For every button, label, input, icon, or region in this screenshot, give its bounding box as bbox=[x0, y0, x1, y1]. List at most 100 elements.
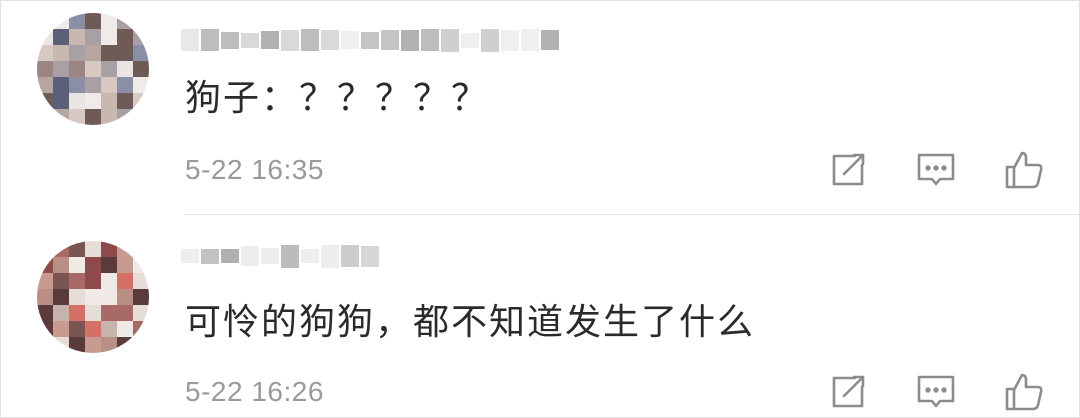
avatar-mosaic-tile bbox=[37, 273, 53, 289]
comment-icon[interactable] bbox=[915, 149, 957, 191]
comment-timestamp: 5-22 16:26 bbox=[185, 376, 324, 407]
avatar-mosaic-tile bbox=[37, 45, 53, 61]
avatar-mosaic-tile bbox=[117, 241, 133, 257]
avatar-mosaic-tile bbox=[69, 109, 85, 125]
username-mosaic-block bbox=[261, 248, 279, 264]
avatar-mosaic-tile bbox=[69, 241, 85, 257]
avatar-mosaic-tile bbox=[53, 45, 69, 61]
avatar-mosaic-tile bbox=[53, 29, 69, 45]
avatar-mosaic-tile bbox=[117, 289, 133, 305]
comment-list: 狗子：？？？？？ 5-22 16:35 可怜的狗狗，都不知道发生了什么 5-22… bbox=[0, 0, 1080, 418]
avatar[interactable] bbox=[37, 241, 149, 353]
avatar-mosaic-tile bbox=[117, 45, 133, 61]
avatar-mosaic-tile bbox=[53, 337, 69, 353]
username-mosaic-block bbox=[361, 245, 379, 267]
avatar-mosaic-tile bbox=[117, 93, 133, 109]
avatar-mosaic-tile bbox=[53, 273, 69, 289]
avatar-mosaic-tile bbox=[37, 321, 53, 337]
avatar-mosaic-tile bbox=[37, 77, 53, 93]
avatar-mosaic-tile bbox=[85, 321, 101, 337]
username-mosaic-block bbox=[541, 30, 559, 50]
share-icon[interactable] bbox=[827, 371, 869, 413]
username-pixelated[interactable] bbox=[181, 239, 381, 273]
avatar-mosaic-tile bbox=[101, 289, 117, 305]
username-mosaic-block bbox=[181, 249, 199, 263]
avatar-mosaic-tile bbox=[85, 305, 101, 321]
avatar-mosaic-tile bbox=[85, 273, 101, 289]
avatar-mosaic-tile bbox=[85, 77, 101, 93]
avatar-mosaic-tile bbox=[85, 289, 101, 305]
comment-actions bbox=[827, 371, 1045, 413]
avatar-mosaic-tile bbox=[53, 241, 69, 257]
username-mosaic-block bbox=[201, 248, 219, 264]
username-mosaic-block bbox=[181, 29, 199, 51]
avatar-mosaic-tile bbox=[37, 13, 53, 29]
avatar-mosaic-tile bbox=[117, 337, 133, 353]
avatar-mosaic-tile bbox=[133, 13, 149, 29]
avatar-mosaic-tile bbox=[101, 321, 117, 337]
comment-item: 狗子：？？？？？ 5-22 16:35 bbox=[1, 1, 1079, 214]
avatar-mosaic-tile bbox=[101, 61, 117, 77]
avatar-mosaic-tile bbox=[101, 93, 117, 109]
comment-icon[interactable] bbox=[915, 371, 957, 413]
share-icon[interactable] bbox=[827, 149, 869, 191]
avatar-mosaic-tile bbox=[133, 29, 149, 45]
avatar-mosaic-tile bbox=[69, 289, 85, 305]
username-mosaic-block bbox=[301, 249, 319, 263]
username-pixelated[interactable] bbox=[181, 23, 561, 57]
username-mosaic-block bbox=[361, 31, 379, 49]
thumbs-up-icon[interactable] bbox=[1003, 371, 1045, 413]
username-mosaic-block bbox=[221, 31, 239, 49]
avatar-mosaic-tile bbox=[133, 289, 149, 305]
avatar-mosaic-tile bbox=[53, 305, 69, 321]
avatar-mosaic-tile bbox=[117, 305, 133, 321]
username-mosaic-block bbox=[461, 32, 479, 48]
avatar-mosaic-tile bbox=[53, 13, 69, 29]
avatar-mosaic-tile bbox=[37, 337, 53, 353]
avatar[interactable] bbox=[37, 13, 149, 125]
avatar-mosaic-tile bbox=[69, 305, 85, 321]
username-mosaic-block bbox=[221, 249, 239, 263]
avatar-mosaic-tile bbox=[85, 241, 101, 257]
avatar-mosaic-tile bbox=[53, 109, 69, 125]
avatar-mosaic-tile bbox=[133, 61, 149, 77]
avatar-mosaic-tile bbox=[37, 93, 53, 109]
avatar-mosaic-tile bbox=[133, 305, 149, 321]
avatar-mosaic-tile bbox=[117, 273, 133, 289]
avatar-mosaic-tile bbox=[101, 29, 117, 45]
avatar-mosaic-tile bbox=[37, 29, 53, 45]
avatar-mosaic-tile bbox=[133, 45, 149, 61]
avatar-mosaic-tile bbox=[69, 321, 85, 337]
avatar-mosaic-tile bbox=[101, 45, 117, 61]
avatar-mosaic-tile bbox=[101, 337, 117, 353]
username-mosaic-block bbox=[381, 30, 399, 50]
avatar-mosaic-tile bbox=[117, 61, 133, 77]
username-mosaic-block bbox=[321, 244, 339, 268]
avatar-mosaic-tile bbox=[117, 321, 133, 337]
avatar-mosaic-tile bbox=[53, 321, 69, 337]
username-mosaic-block bbox=[341, 245, 359, 267]
avatar-mosaic-tile bbox=[69, 77, 85, 93]
avatar-mosaic-tile bbox=[37, 289, 53, 305]
avatar-mosaic-tile bbox=[37, 61, 53, 77]
username-mosaic-block bbox=[481, 28, 499, 52]
username-mosaic-block bbox=[521, 29, 539, 51]
avatar-mosaic-tile bbox=[69, 337, 85, 353]
avatar-mosaic-tile bbox=[85, 93, 101, 109]
avatar-mosaic-tile bbox=[85, 45, 101, 61]
thumbs-up-icon[interactable] bbox=[1003, 149, 1045, 191]
avatar-mosaic-tile bbox=[37, 109, 53, 125]
avatar-mosaic-tile bbox=[85, 337, 101, 353]
username-mosaic-block bbox=[281, 244, 299, 268]
comment-actions bbox=[827, 149, 1045, 191]
avatar-mosaic-tile bbox=[37, 257, 53, 273]
avatar-mosaic-tile bbox=[133, 257, 149, 273]
avatar-mosaic-tile bbox=[37, 305, 53, 321]
avatar-mosaic-tile bbox=[133, 337, 149, 353]
avatar-mosaic-tile bbox=[133, 273, 149, 289]
username-mosaic-block bbox=[401, 29, 419, 51]
avatar-mosaic-tile bbox=[101, 77, 117, 93]
avatar-mosaic-tile bbox=[117, 257, 133, 273]
avatar-mosaic-tile bbox=[101, 241, 117, 257]
avatar-mosaic-tile bbox=[85, 29, 101, 45]
